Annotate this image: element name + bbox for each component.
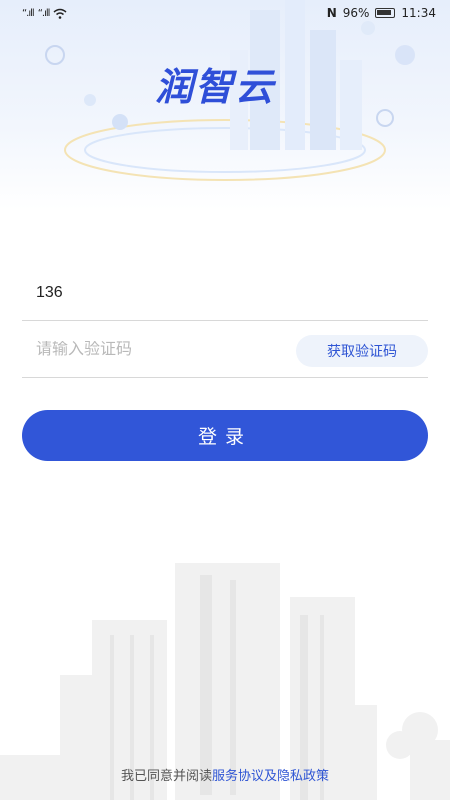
battery-percent: 96% (342, 6, 370, 20)
app-logo: 润智云 (155, 65, 276, 109)
phone-input[interactable] (22, 283, 428, 302)
get-code-button[interactable]: 获取验证码 (296, 335, 428, 367)
wifi-icon (53, 8, 67, 19)
agreement-text: 我已同意并阅读服务协议及隐私政策 (0, 765, 450, 784)
phone-field (22, 265, 428, 321)
privacy-policy-link[interactable]: 服务协议及隐私政策 (212, 769, 329, 784)
city-skyline-illustration (0, 563, 450, 800)
login-button[interactable]: 登录 (22, 410, 428, 461)
signal-icon: “.ıll (22, 7, 35, 19)
nfc-icon: N (326, 6, 337, 20)
code-field: 获取验证码 (22, 322, 428, 378)
status-bar: “.ıll “.ıll N 96% 11:34 (0, 0, 450, 26)
signal-icon: “.ıll (37, 7, 51, 19)
battery-icon (375, 8, 396, 18)
agreement-prefix: 我已同意并阅读 (120, 769, 212, 784)
clock: 11:34 (401, 6, 436, 20)
